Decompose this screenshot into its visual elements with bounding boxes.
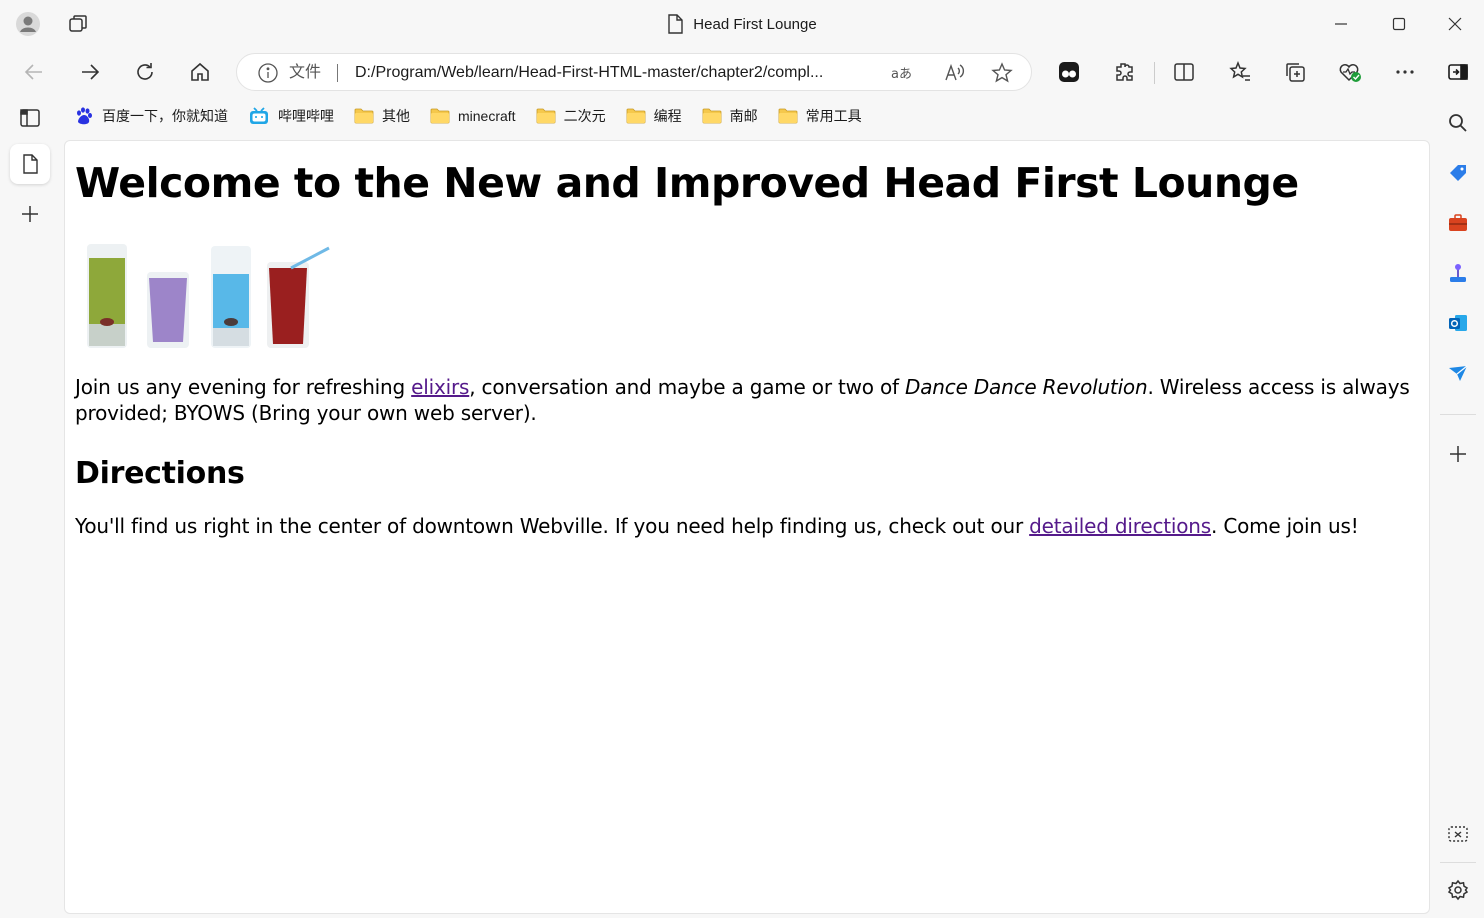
favorites-bar: 百度一下，你就知道 哔哩哔哩 其他 minecraft 二次元 编程 南邮 常用… — [64, 100, 872, 132]
read-aloud-icon[interactable] — [941, 60, 967, 86]
address-scheme-label: 文件 — [289, 64, 322, 81]
drinks-image — [87, 244, 330, 349]
workspaces-icon[interactable] — [64, 10, 92, 38]
page-content: Welcome to the New and Improved Head Fir… — [65, 141, 1429, 547]
favorite-label: 常用工具 — [805, 108, 862, 124]
tools-briefcase-icon[interactable] — [1440, 205, 1476, 241]
split-screen-icon[interactable] — [1166, 56, 1202, 88]
title-bar: Head First Lounge — [0, 0, 1484, 48]
address-url[interactable]: D:/Program/Web/learn/Head-First-HTML-mas… — [355, 54, 875, 92]
address-separator — [337, 64, 338, 82]
forward-button[interactable] — [72, 56, 108, 88]
directions-text-2: . Come join us! — [1211, 514, 1359, 539]
directions-paragraph: You'll find us right in the center of do… — [75, 513, 1419, 539]
baidu-icon — [77, 107, 92, 125]
favorite-star-icon[interactable] — [989, 60, 1015, 86]
folder-icon — [778, 108, 797, 124]
directions-heading: Directions — [75, 456, 245, 492]
games-joystick-icon[interactable] — [1440, 255, 1476, 291]
folder-icon — [626, 108, 645, 124]
favorite-folder-other[interactable]: 其他 — [344, 101, 420, 131]
back-button[interactable] — [16, 56, 52, 88]
maximize-button[interactable] — [1370, 0, 1428, 48]
favorite-label: 编程 — [653, 108, 682, 124]
vertical-tab-active[interactable] — [10, 144, 50, 184]
sidebar-divider — [1440, 862, 1476, 863]
window-title-text: Head First Lounge — [693, 15, 817, 33]
favorite-label: 二次元 — [563, 108, 606, 124]
home-button[interactable] — [182, 56, 218, 88]
sidebar-divider — [1440, 414, 1476, 415]
minimize-button[interactable] — [1312, 0, 1370, 48]
svg-text:aあ: aあ — [891, 67, 912, 82]
favorite-label: 南邮 — [729, 108, 758, 124]
collections-icon[interactable] — [1277, 56, 1313, 88]
favorite-folder-minecraft[interactable]: minecraft — [420, 101, 526, 131]
intro-text-1: Join us any evening for refreshing — [75, 375, 412, 400]
web-page-viewport: Welcome to the New and Improved Head Fir… — [64, 140, 1430, 914]
favorite-folder-tools[interactable]: 常用工具 — [768, 101, 872, 131]
sidebar-add-icon[interactable] — [1440, 436, 1476, 472]
bilibili-icon — [250, 107, 268, 124]
more-options-icon[interactable] — [1387, 56, 1423, 88]
directions-text-1: You'll find us right in the center of do… — [75, 514, 1030, 539]
plus-icon — [22, 206, 38, 222]
close-button[interactable] — [1426, 0, 1484, 48]
new-tab-button[interactable] — [10, 194, 50, 234]
toolbar-divider — [1154, 62, 1155, 84]
profile-icon[interactable] — [14, 10, 42, 38]
intro-emphasis: Dance Dance Revolution — [905, 375, 1148, 400]
outlook-icon[interactable] — [1440, 305, 1476, 341]
favorite-item-bilibili[interactable]: 哔哩哔哩 — [238, 101, 344, 131]
page-heading: Welcome to the New and Improved Head Fir… — [75, 159, 1299, 207]
elixirs-link[interactable]: elixirs — [411, 375, 469, 399]
screenshot-capture-icon[interactable] — [1440, 816, 1476, 852]
intro-paragraph: Join us any evening for refreshing elixi… — [75, 374, 1419, 426]
detailed-directions-link[interactable]: detailed directions — [1029, 514, 1211, 538]
page-icon — [23, 154, 38, 174]
folder-icon — [354, 108, 374, 124]
vertical-tabs-toggle-icon[interactable] — [12, 102, 48, 134]
favorite-label: 哔哩哔哩 — [278, 108, 334, 124]
shopping-tag-icon[interactable] — [1440, 155, 1476, 191]
translate-icon[interactable]: aあ — [889, 60, 915, 86]
settings-gear-icon[interactable] — [1440, 872, 1476, 908]
sidebar-toggle-icon[interactable] — [1440, 56, 1476, 88]
browser-essentials-icon[interactable] — [1332, 56, 1368, 88]
favorite-label: 其他 — [382, 108, 410, 124]
favorite-label: minecraft — [458, 108, 516, 124]
sidebar-search-icon[interactable] — [1440, 105, 1476, 141]
favorite-label: 百度一下，你就知道 — [102, 108, 228, 124]
page-icon — [668, 14, 683, 34]
refresh-button[interactable] — [127, 56, 163, 88]
favorite-folder-anime[interactable]: 二次元 — [526, 101, 616, 131]
favorite-folder-programming[interactable]: 编程 — [616, 101, 692, 131]
favorite-folder-njupt[interactable]: 南邮 — [692, 101, 768, 131]
info-icon[interactable] — [257, 62, 279, 84]
address-bar[interactable]: 文件 D:/Program/Web/learn/Head-First-HTML-… — [236, 53, 1032, 91]
intro-text-2: , conversation and maybe a game or two o… — [469, 375, 906, 400]
favorites-icon[interactable] — [1222, 56, 1258, 88]
folder-icon — [536, 108, 555, 124]
window-title: Head First Lounge — [0, 0, 1484, 48]
send-icon[interactable] — [1440, 355, 1476, 391]
extension-tampermonkey-icon[interactable] — [1051, 56, 1087, 88]
favorite-item-baidu[interactable]: 百度一下，你就知道 — [64, 101, 238, 131]
folder-icon — [702, 108, 721, 124]
folder-icon — [430, 108, 450, 124]
extensions-icon[interactable] — [1106, 56, 1142, 88]
